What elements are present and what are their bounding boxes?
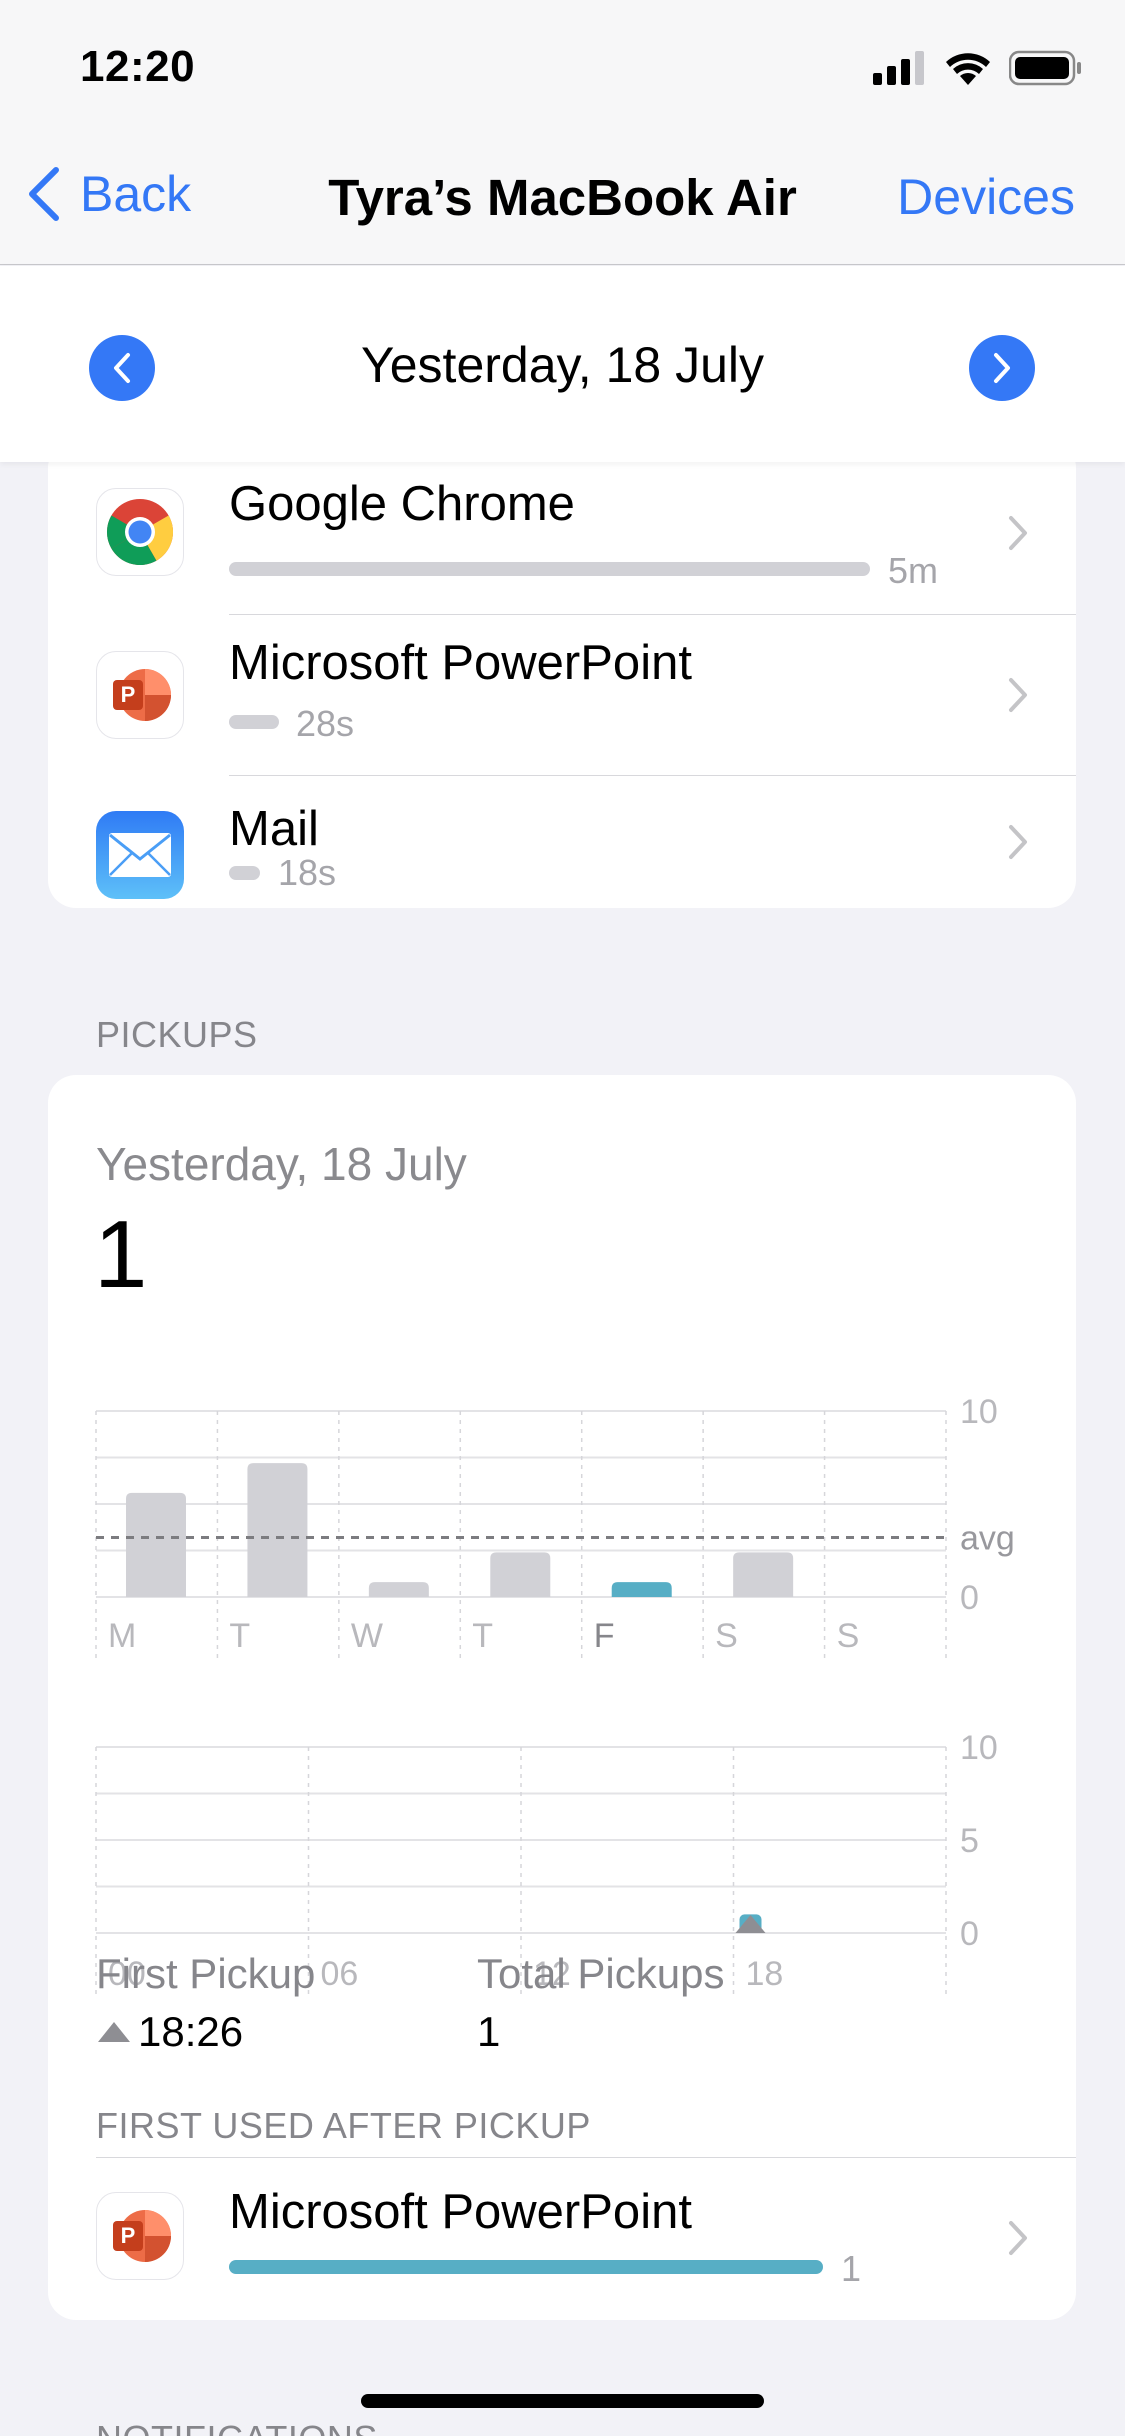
powerpoint-icon: P xyxy=(96,2192,184,2280)
chevron-right-icon xyxy=(1009,2221,1027,2255)
chart-bar xyxy=(490,1552,551,1597)
section-header-pickups: PICKUPS xyxy=(96,1014,258,1055)
x-tick-label: S xyxy=(837,1617,860,1655)
app-name: Microsoft PowerPoint xyxy=(229,636,692,690)
usage-value: 28s xyxy=(296,703,355,744)
section-header-notifications: NOTIFICATIONS xyxy=(96,2418,378,2436)
average-label: avg xyxy=(960,1519,1015,1557)
app-name: Google Chrome xyxy=(229,477,575,531)
usage-bar xyxy=(229,2260,823,2274)
x-tick-label: 06 xyxy=(321,1955,359,1993)
cellular-signal-icon xyxy=(873,51,924,85)
pickups-count: 1 xyxy=(94,1201,148,1308)
x-tick-label: W xyxy=(351,1617,383,1655)
total-pickups-value: 1 xyxy=(477,2008,501,2055)
pickup-marker-icon xyxy=(98,2022,130,2042)
first-used-app-row[interactable]: P Microsoft PowerPoint 1 xyxy=(48,2158,1076,2318)
selected-date: Yesterday, 18 July xyxy=(360,337,765,393)
total-pickups-label: Total Pickups xyxy=(477,1950,725,1997)
date-selector: Yesterday, 18 July xyxy=(0,266,1125,462)
first-used-after-pickup-header: FIRST USED AFTER PICKUP xyxy=(96,2105,591,2146)
app-row-google-chrome[interactable]: Google Chrome 5m xyxy=(48,440,1076,600)
pickups-card: Yesterday, 18 July 1 avg 10 0 M T W T F S S 10 5 0 0… xyxy=(48,1075,1076,2320)
y-tick-label: 10 xyxy=(960,1729,998,1767)
powerpoint-icon: P xyxy=(96,651,184,739)
wifi-icon xyxy=(946,53,990,85)
battery-icon xyxy=(1009,50,1081,86)
pickups-date: Yesterday, 18 July xyxy=(96,1138,467,1190)
x-tick-label: T xyxy=(472,1617,493,1655)
app-name: Mail xyxy=(229,802,319,856)
usage-bar xyxy=(229,562,870,576)
usage-bar xyxy=(229,715,279,729)
devices-button[interactable]: Devices xyxy=(897,168,1075,226)
svg-text:P: P xyxy=(121,682,136,707)
first-pickup: 18:26 xyxy=(96,2008,243,2056)
app-row-microsoft-powerpoint[interactable]: P Microsoft PowerPoint 28s xyxy=(48,615,1076,775)
app-name: Microsoft PowerPoint xyxy=(229,2185,692,2239)
usage-value: 18s xyxy=(278,852,337,893)
chrome-icon xyxy=(96,488,184,576)
x-tick-label: S xyxy=(715,1617,738,1655)
y-tick-label: 5 xyxy=(960,1822,979,1860)
top-bar: 12:20 Back Tyra’s MacBook Air Devices xyxy=(0,0,1125,265)
status-time: 12:20 xyxy=(80,42,196,91)
y-tick-label: 10 xyxy=(960,1393,998,1431)
x-tick-label: 18 xyxy=(746,1955,784,1993)
usage-value: 1 xyxy=(841,2248,862,2289)
usage-value: 5m xyxy=(888,550,939,591)
weekly-pickups-chart: avg 10 0 M T W T F S S xyxy=(95,1393,1015,1661)
chevron-right-icon xyxy=(994,353,1010,383)
x-tick-label: M xyxy=(108,1617,136,1655)
chart-bar xyxy=(247,1463,308,1597)
mail-icon xyxy=(96,811,184,899)
y-tick-label: 0 xyxy=(960,1579,979,1617)
chevron-right-icon xyxy=(1009,678,1027,712)
status-icons xyxy=(873,50,1083,86)
chart-bar xyxy=(733,1552,794,1597)
chart-bar xyxy=(126,1492,186,1597)
next-day-button[interactable] xyxy=(969,335,1035,401)
first-pickup-label: First Pickup xyxy=(96,1950,316,1997)
y-tick-label: 0 xyxy=(960,1915,979,1953)
svg-text:P: P xyxy=(121,2223,136,2248)
chart-bar xyxy=(368,1582,429,1597)
x-tick-label: F xyxy=(594,1617,615,1655)
chart-bar xyxy=(611,1582,672,1597)
x-tick-label: T xyxy=(229,1617,250,1655)
first-pickup-value: 18:26 xyxy=(138,2008,244,2055)
usage-bar xyxy=(229,866,260,880)
chevron-right-icon xyxy=(1009,516,1027,550)
chevron-right-icon xyxy=(1009,825,1027,859)
home-indicator[interactable] xyxy=(361,2394,764,2408)
app-row-mail[interactable]: Mail 18s xyxy=(48,776,1076,908)
app-usage-card: Google Chrome 5m P Microsoft PowerPoint … xyxy=(48,440,1076,908)
